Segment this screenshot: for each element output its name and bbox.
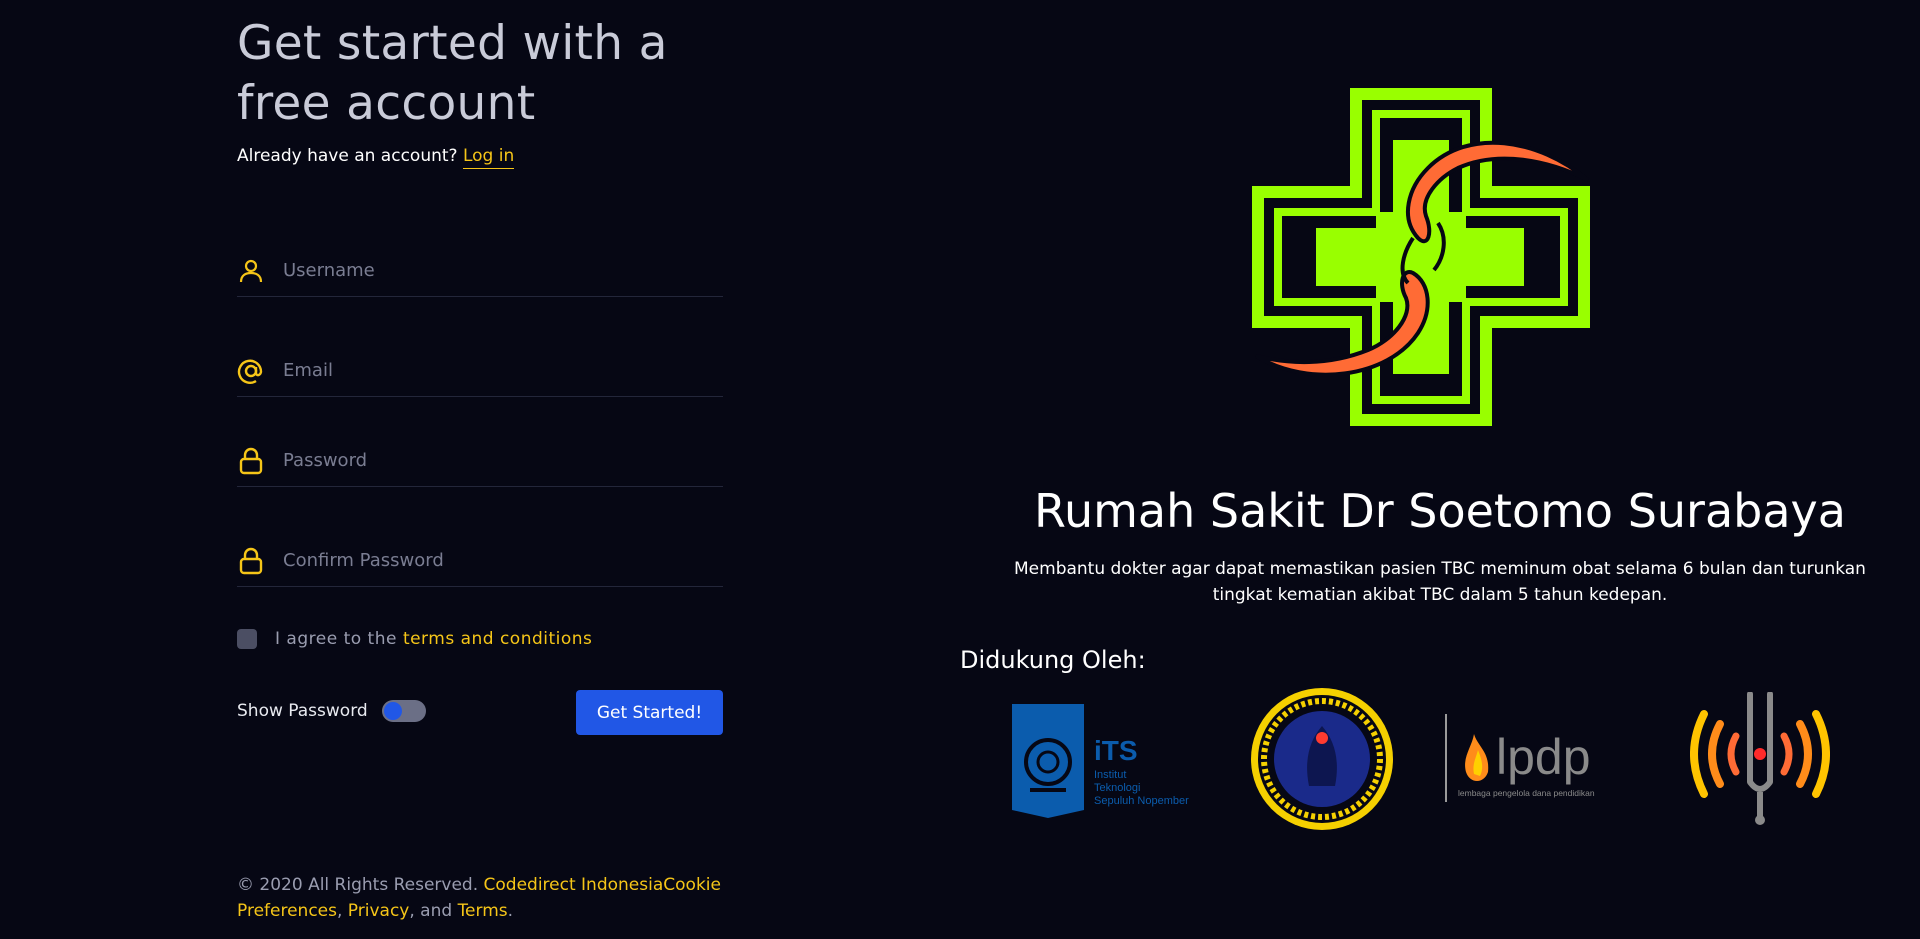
terms-footer-link[interactable]: Terms <box>458 901 508 921</box>
supported-by-heading: Didukung Oleh: <box>960 646 1146 674</box>
lpdp-tagline: lembaga pengelola dana pendidikan <box>1458 788 1595 798</box>
footer: © 2020 All Rights Reserved. Codedirect I… <box>237 872 723 924</box>
show-password-row: Show Password <box>237 700 426 722</box>
get-started-button[interactable]: Get Started! <box>576 690 723 735</box>
terms-row: I agree to the terms and conditions <box>237 629 592 649</box>
user-icon <box>237 257 265 285</box>
terms-checkbox[interactable] <box>237 629 257 649</box>
lock-icon <box>237 447 265 475</box>
signup-panel: Get started with a free account Already … <box>237 0 723 939</box>
page-title: Get started with a free account <box>237 16 668 131</box>
hospital-title: Rumah Sakit Dr Soetomo Surabaya <box>1034 484 1846 538</box>
footer-end: . <box>507 901 514 921</box>
its-line1: Institut <box>1094 769 1126 781</box>
partner-lpdp-logo: lpdp lembaga pengelola dana pendidikan <box>1444 712 1624 808</box>
lpdp-brand: lpdp <box>1496 729 1591 785</box>
email-field-row <box>237 345 723 397</box>
footer-separator: , <box>336 901 343 921</box>
terms-prefix: I agree to the <box>275 629 397 649</box>
its-line3: Sepuluh Nopember <box>1094 795 1189 807</box>
username-input[interactable] <box>281 250 723 291</box>
confirm-password-field-row <box>237 535 723 587</box>
at-icon <box>237 357 265 385</box>
show-password-toggle[interactable] <box>381 700 426 722</box>
partner-seal-logo <box>1249 686 1395 836</box>
privacy-link[interactable]: Privacy <box>348 901 410 921</box>
partner-signal-logo <box>1690 691 1830 830</box>
hero-panel: Rumah Sakit Dr Soetomo Surabaya Membantu… <box>960 0 1920 939</box>
login-prompt: Already have an account? Log in <box>237 146 515 169</box>
hospital-description: Membantu dokter agar dapat memastikan pa… <box>1014 559 1866 605</box>
hospital-logo <box>1252 88 1590 426</box>
show-password-label: Show Password <box>237 701 368 721</box>
login-prompt-text: Already have an account? <box>237 146 458 166</box>
its-brand: iTS <box>1094 735 1138 766</box>
password-field-row <box>237 435 723 487</box>
password-input[interactable] <box>281 440 723 481</box>
toggle-knob <box>383 702 402 720</box>
footer-separator: , and <box>409 901 453 921</box>
company-link[interactable]: Codedirect Indonesia <box>484 875 664 895</box>
partner-its-logo: iTS Institut Teknologi Sepuluh Nopember <box>1010 700 1196 824</box>
username-field-row <box>237 245 723 297</box>
login-link[interactable]: Log in <box>462 146 515 169</box>
lock-icon <box>237 547 265 575</box>
terms-link[interactable]: terms and conditions <box>403 629 592 649</box>
email-input[interactable] <box>281 350 723 391</box>
copyright-text: © 2020 All Rights Reserved. <box>237 875 479 895</box>
confirm-password-input[interactable] <box>281 540 723 581</box>
its-line2: Teknologi <box>1094 782 1140 794</box>
